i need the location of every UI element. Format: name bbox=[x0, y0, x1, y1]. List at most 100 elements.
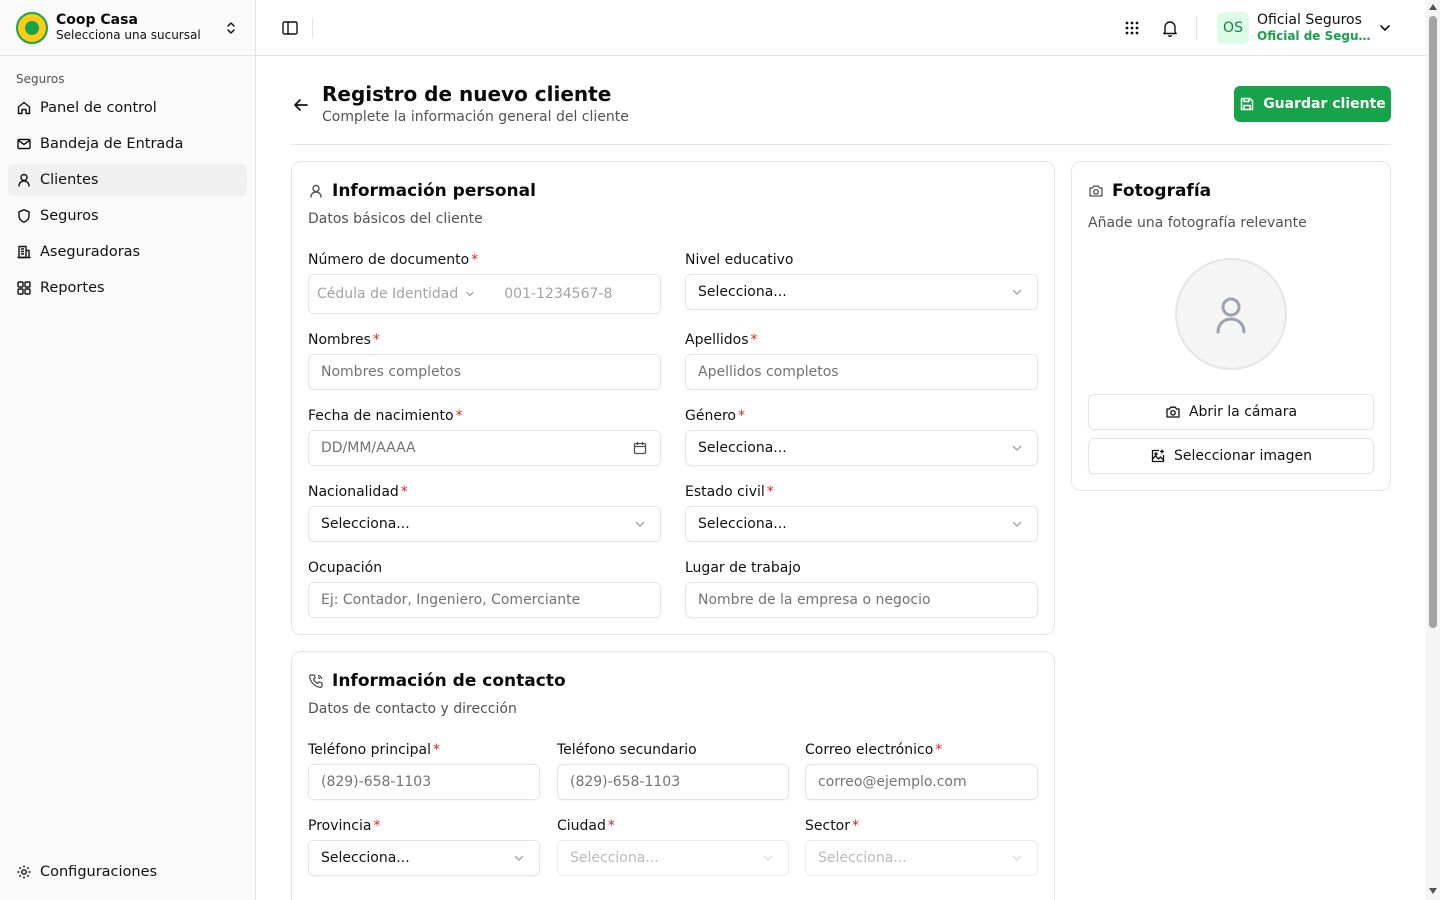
photo-title: Fotografía bbox=[1088, 181, 1211, 201]
camera-icon bbox=[1089, 185, 1103, 197]
open-camera-button[interactable]: Abrir la cámara bbox=[1088, 394, 1374, 430]
divider bbox=[1196, 16, 1197, 40]
sidebar-item-settings[interactable]: Configuraciones bbox=[8, 856, 247, 888]
occupation-label: Ocupación bbox=[308, 560, 383, 576]
user-icon bbox=[18, 173, 30, 187]
photo-subtitle: Añade una fotografía relevante bbox=[1088, 215, 1307, 231]
divider bbox=[312, 18, 313, 38]
building-icon bbox=[17, 245, 31, 259]
workplace-input[interactable]: Nombre de la empresa o negocio bbox=[685, 582, 1038, 618]
brand-name: Coop Casa bbox=[56, 12, 138, 28]
photo-placeholder bbox=[1175, 258, 1287, 370]
gear-icon bbox=[17, 865, 31, 879]
sidebar-item-label: Panel de control bbox=[40, 100, 157, 116]
chevron-down-icon[interactable] bbox=[1377, 20, 1393, 36]
chevrons-up-down-icon bbox=[227, 21, 235, 34]
user-icon bbox=[310, 184, 322, 198]
personal-info-title: Información personal bbox=[308, 181, 536, 201]
chevron-down-icon bbox=[763, 855, 773, 861]
save-client-button[interactable]: Guardar cliente bbox=[1234, 86, 1391, 122]
surnames-input[interactable]: Apellidos completos bbox=[685, 354, 1038, 390]
names-input[interactable]: Nombres completos bbox=[308, 354, 661, 390]
sidebar-toggle-icon[interactable] bbox=[280, 18, 300, 38]
page-title: Registro de nuevo cliente bbox=[322, 82, 612, 106]
contact-info-title: Información de contacto bbox=[308, 671, 566, 691]
sidebar-item-label: Aseguradoras bbox=[40, 244, 141, 260]
email-label: Correo electrónico * bbox=[805, 742, 943, 758]
calendar-icon[interactable] bbox=[632, 440, 648, 456]
user-placeholder-icon bbox=[1216, 297, 1246, 334]
scroll-up-arrow-icon[interactable] bbox=[1429, 4, 1437, 10]
image-plus-icon bbox=[1151, 449, 1165, 463]
contact-info-subtitle: Datos de contacto y dirección bbox=[308, 701, 517, 717]
page-subtitle: Complete la información general del clie… bbox=[322, 109, 629, 125]
scrollbar[interactable] bbox=[1426, 0, 1440, 900]
chevron-down-icon bbox=[1012, 445, 1022, 451]
shield-icon bbox=[18, 209, 30, 223]
sidebar-item-panel[interactable]: Panel de control bbox=[8, 92, 247, 124]
gender-select[interactable]: Selecciona... bbox=[685, 430, 1038, 466]
topbar: OS Oficial Seguros Oficial de Seguros bbox=[256, 0, 1426, 56]
gender-label: Género * bbox=[685, 408, 745, 424]
avatar[interactable]: OS bbox=[1217, 12, 1249, 44]
phone1-input[interactable]: (829)-658-1103 bbox=[308, 764, 540, 800]
phone2-label: Teléfono secundario bbox=[557, 742, 697, 758]
education-select[interactable]: Selecciona... bbox=[685, 274, 1038, 310]
city-select[interactable]: Selecciona... bbox=[557, 840, 789, 876]
apps-grid-icon[interactable] bbox=[1122, 18, 1142, 38]
province-label: Provincia * bbox=[308, 818, 381, 834]
branch-switcher[interactable]: Coop Casa Selecciona una sucursal bbox=[0, 0, 255, 56]
birth-date-label: Fecha de nacimiento * bbox=[308, 408, 463, 424]
sector-label: Sector * bbox=[805, 818, 860, 834]
document-number-label: Número de documento * bbox=[308, 252, 479, 268]
save-icon bbox=[1240, 97, 1254, 111]
scroll-down-arrow-icon[interactable] bbox=[1429, 888, 1437, 894]
sidebar-item-label: Configuraciones bbox=[40, 864, 158, 880]
user-role: Oficial de Seguros bbox=[1257, 29, 1375, 43]
sidebar-item-insurers[interactable]: Aseguradoras bbox=[8, 236, 247, 268]
civil-status-select[interactable]: Selecciona... bbox=[685, 506, 1038, 542]
birth-date-input[interactable]: DD/MM/AAAA bbox=[308, 430, 661, 466]
chevron-down-icon bbox=[1012, 289, 1022, 295]
arrow-left-icon[interactable] bbox=[291, 95, 311, 115]
scroll-thumb[interactable] bbox=[1429, 16, 1437, 628]
chevron-down-icon bbox=[1012, 521, 1022, 527]
save-button-label: Guardar cliente bbox=[1263, 96, 1386, 112]
user-name: Oficial Seguros bbox=[1257, 12, 1362, 28]
email-input[interactable]: correo@ejemplo.com bbox=[805, 764, 1038, 800]
camera-icon bbox=[1166, 406, 1180, 418]
nav-group-label: Seguros bbox=[16, 72, 65, 86]
nationality-label: Nacionalidad * bbox=[308, 484, 408, 500]
document-number-field[interactable]: Cédula de Identidad 001-1234567-8 bbox=[308, 274, 661, 314]
document-type-select[interactable]: Cédula de Identidad bbox=[317, 286, 476, 302]
chevron-down-icon bbox=[1012, 855, 1022, 861]
phone2-input[interactable]: (829)-658-1103 bbox=[557, 764, 789, 800]
sidebar-item-reports[interactable]: Reportes bbox=[8, 272, 247, 304]
workplace-label: Lugar de trabajo bbox=[685, 560, 801, 576]
personal-info-subtitle: Datos básicos del cliente bbox=[308, 211, 483, 227]
city-label: Ciudad * bbox=[557, 818, 615, 834]
nationality-select[interactable]: Selecciona... bbox=[308, 506, 661, 542]
occupation-input[interactable]: Ej: Contador, Ingeniero, Comerciante bbox=[308, 582, 661, 618]
sidebar-item-label: Seguros bbox=[40, 208, 99, 224]
home-icon bbox=[17, 101, 31, 115]
coop-logo-icon bbox=[16, 11, 48, 44]
sector-select[interactable]: Selecciona... bbox=[805, 840, 1038, 876]
sidebar-item-label: Reportes bbox=[40, 280, 105, 296]
select-image-button[interactable]: Seleccionar imagen bbox=[1088, 438, 1374, 474]
sidebar-item-inbox[interactable]: Bandeja de Entrada bbox=[8, 128, 247, 160]
province-select[interactable]: Selecciona... bbox=[308, 840, 540, 876]
phone1-label: Teléfono principal * bbox=[308, 742, 441, 758]
brand-subtitle: Selecciona una sucursal bbox=[56, 28, 201, 42]
document-number-placeholder: 001-1234567-8 bbox=[504, 286, 613, 302]
bell-icon[interactable] bbox=[1160, 18, 1180, 38]
surnames-label: Apellidos * bbox=[685, 332, 758, 348]
user-menu[interactable]: Oficial Seguros Oficial de Seguros bbox=[1257, 12, 1375, 44]
sidebar-nav: Panel de control Bandeja de Entrada Clie… bbox=[0, 92, 255, 304]
chevron-down-icon bbox=[635, 521, 645, 527]
phone-icon bbox=[309, 674, 323, 688]
sidebar-item-clients[interactable]: Clientes bbox=[8, 164, 247, 196]
sidebar-item-insurance[interactable]: Seguros bbox=[8, 200, 247, 232]
chevron-down-icon bbox=[514, 855, 524, 861]
sidebar-item-label: Clientes bbox=[40, 172, 99, 188]
